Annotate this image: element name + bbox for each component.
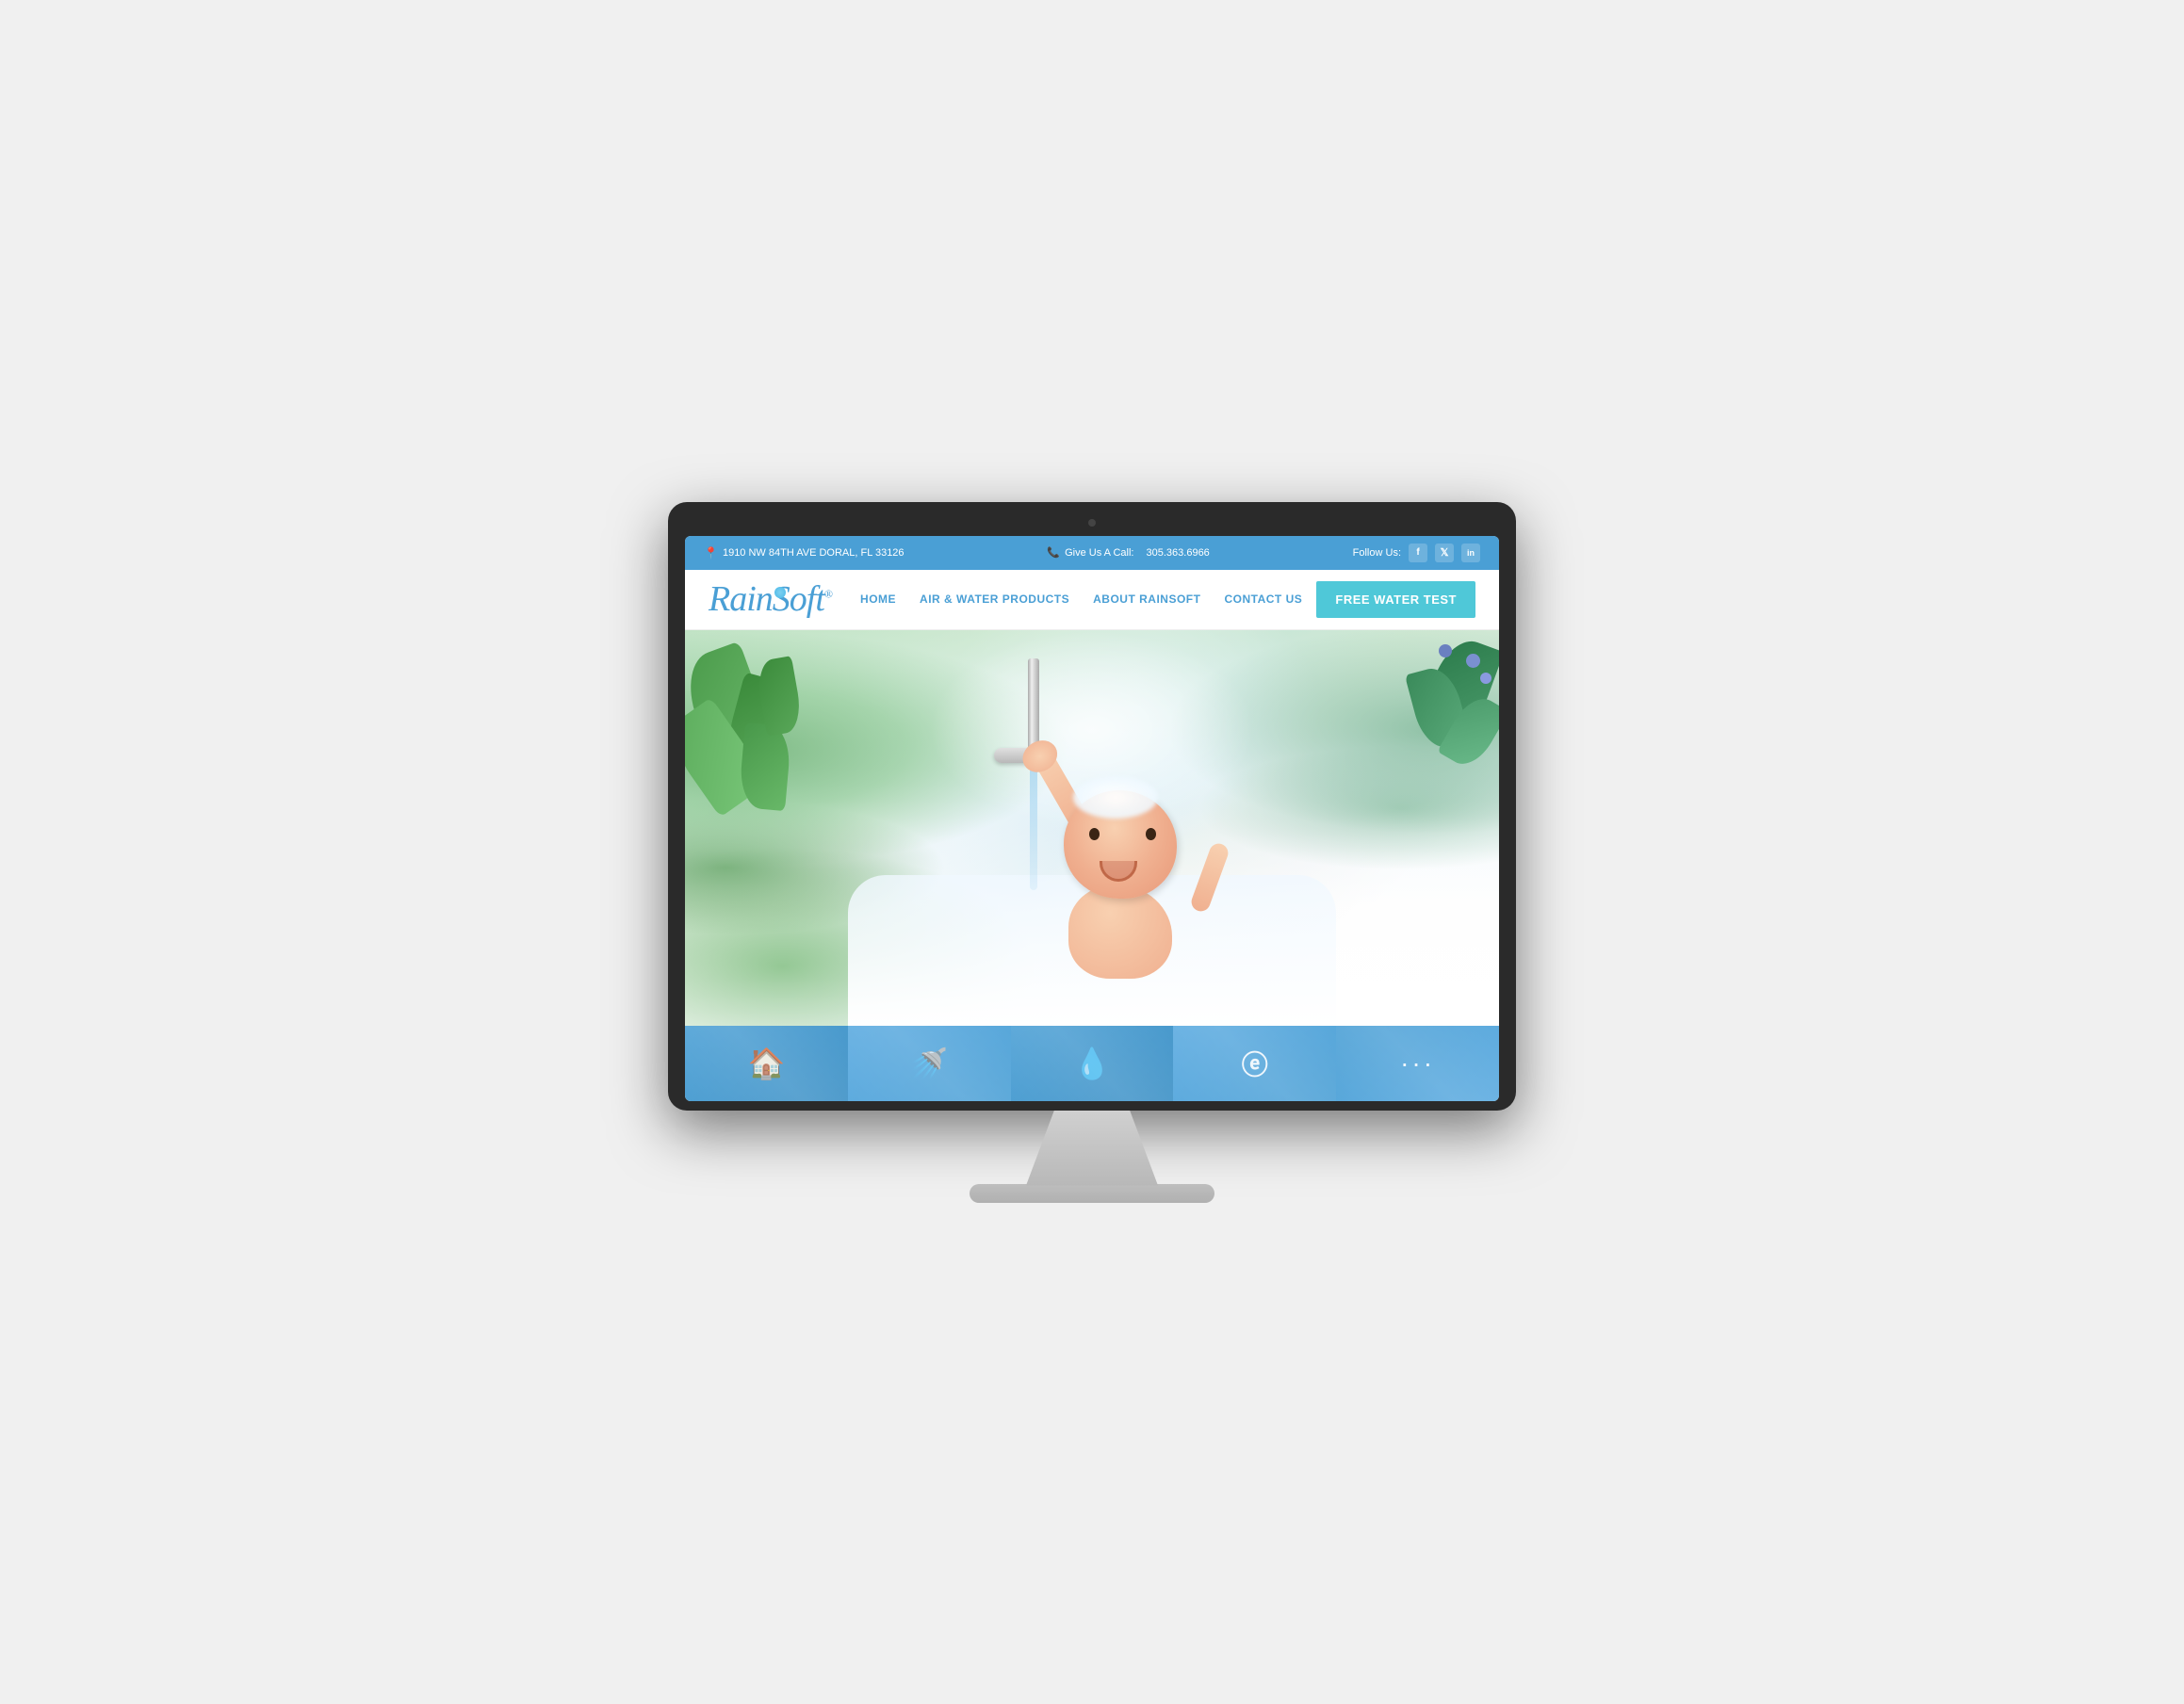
baby-head [1064, 790, 1177, 899]
nav-link-about[interactable]: ABOUT RAINSOFT [1093, 592, 1200, 606]
top-bar: 📍 1910 NW 84TH AVE DORAL, FL 33126 📞 Giv… [685, 536, 1499, 570]
nav-links: HOME AIR & WATER PRODUCTS ABOUT RAINSOFT… [860, 592, 1316, 606]
mouth [1100, 861, 1137, 882]
leaf [738, 722, 792, 810]
monitor-screen: 📍 1910 NW 84TH AVE DORAL, FL 33126 📞 Giv… [685, 536, 1499, 1101]
monitor-base [970, 1184, 1214, 1203]
social-section: Follow Us: f 𝕏 in [1353, 544, 1480, 562]
monitor-camera [1088, 519, 1096, 527]
phone-icon: 📞 [1047, 546, 1060, 559]
baby [1064, 790, 1177, 979]
icon-panel-2[interactable]: 🚿 [848, 1026, 1011, 1101]
icons-bar: 🏠 🚿 💧 ⓔ ··· [685, 1026, 1499, 1101]
address-text: 1910 NW 84TH AVE DORAL, FL 33126 [723, 547, 905, 559]
location-icon: 📍 [704, 546, 718, 560]
monitor-stand [998, 1111, 1186, 1186]
flower [1480, 673, 1491, 684]
monitor-wrapper: 📍 1910 NW 84TH AVE DORAL, FL 33126 📞 Giv… [668, 502, 1516, 1203]
flower [1439, 644, 1452, 657]
icon-panel-3[interactable]: 💧 [1011, 1026, 1174, 1101]
linkedin-icon[interactable]: in [1461, 544, 1480, 562]
monitor-body: 📍 1910 NW 84TH AVE DORAL, FL 33126 📞 Giv… [668, 502, 1516, 1111]
twitter-icon[interactable]: 𝕏 [1435, 544, 1454, 562]
hero-section [685, 630, 1499, 1026]
follow-label: Follow Us: [1353, 547, 1401, 559]
flower [1466, 654, 1480, 668]
panel-icon-3: 💧 [1073, 1046, 1111, 1081]
facebook-icon[interactable]: f [1409, 544, 1427, 562]
nav-link-home[interactable]: HOME [860, 592, 896, 606]
phone-label: Give Us A Call: [1065, 547, 1133, 559]
water-stream [1030, 768, 1037, 890]
panel-icon-5: ··· [1400, 1048, 1435, 1079]
panel-icon-1: 🏠 [747, 1046, 785, 1081]
eye-right [1146, 828, 1156, 840]
panel-icon-2: 🚿 [910, 1046, 948, 1081]
logo[interactable]: RainSoft® [709, 581, 832, 617]
icon-panel-1[interactable]: 🏠 [685, 1026, 848, 1101]
icon-panel-5[interactable]: ··· [1336, 1026, 1499, 1101]
phone-number[interactable]: 305.363.6966 [1147, 547, 1210, 559]
plant-right [1367, 630, 1499, 837]
free-water-test-button[interactable]: FREE WATER TEST [1316, 581, 1475, 618]
icon-panel-4[interactable]: ⓔ [1173, 1026, 1336, 1101]
nav-link-air-water[interactable]: AIR & WATER PRODUCTS [920, 592, 1069, 606]
baby-torso [1068, 884, 1172, 979]
phone-section[interactable]: 📞 Give Us A Call: 305.363.6966 [1047, 546, 1209, 559]
address-section: 📍 1910 NW 84TH AVE DORAL, FL 33126 [704, 546, 905, 560]
plant-left [685, 630, 836, 894]
logo-text: RainSoft® [709, 581, 832, 617]
panel-icon-4: ⓔ [1242, 1045, 1268, 1082]
nav-bar: RainSoft® HOME AIR & WATER PRODUCTS ABOU… [685, 570, 1499, 630]
faucet-neck [1028, 658, 1039, 753]
soap-on-head [1073, 776, 1158, 819]
nav-link-contact[interactable]: CONTACT US [1224, 592, 1302, 606]
eye-left [1089, 828, 1100, 840]
